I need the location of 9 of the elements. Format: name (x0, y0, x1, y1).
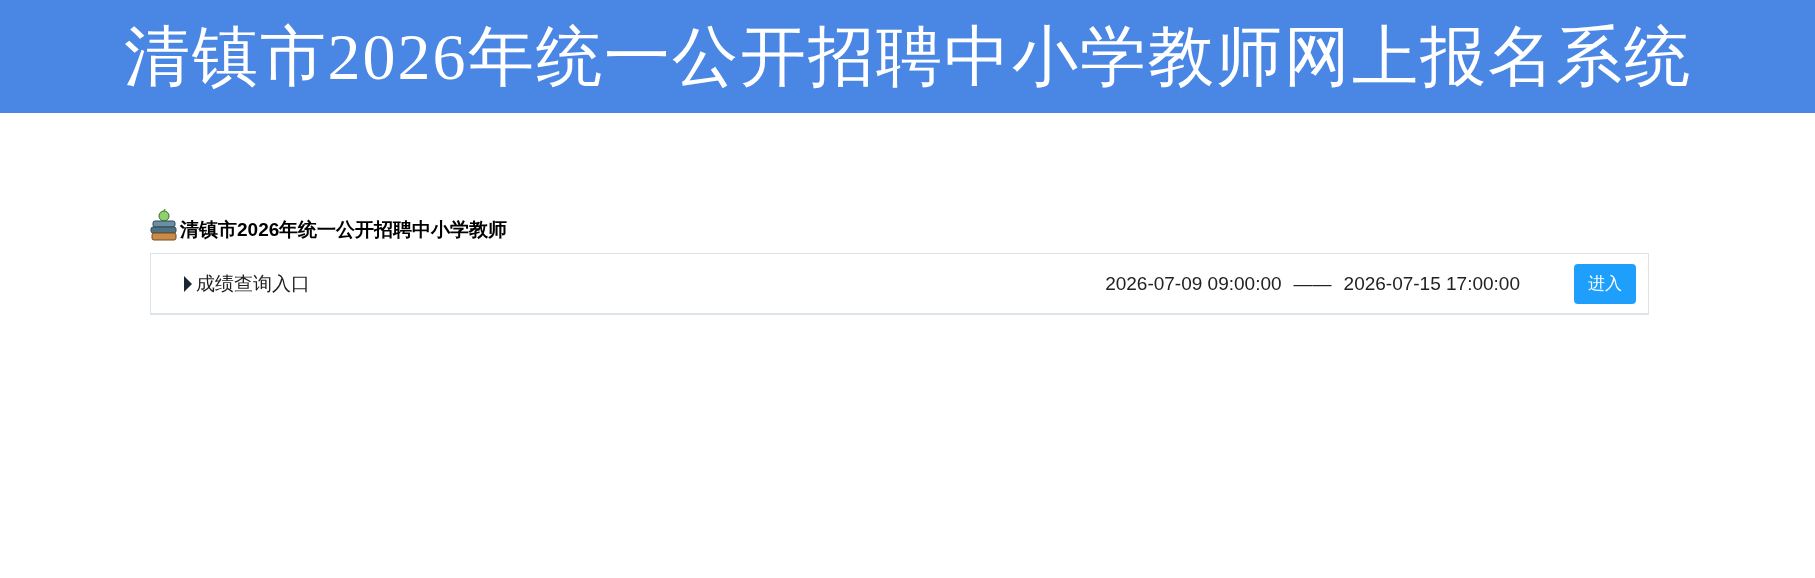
end-time: 2026-07-15 17:00:00 (1343, 272, 1520, 295)
start-time: 2026-07-09 09:00:00 (1105, 272, 1282, 295)
dash-separator: —— (1293, 272, 1332, 295)
enter-button[interactable]: 进入 (1574, 263, 1636, 304)
caret-icon (183, 274, 193, 293)
entry-label: 成绩查询入口 (196, 271, 310, 296)
section-title: 清镇市2026年统一公开招聘中小学教师 (180, 218, 508, 242)
books-apple-icon (150, 209, 178, 243)
site-title: 清镇市2026年统一公开招聘中小学教师网上报名系统 (123, 19, 1692, 95)
